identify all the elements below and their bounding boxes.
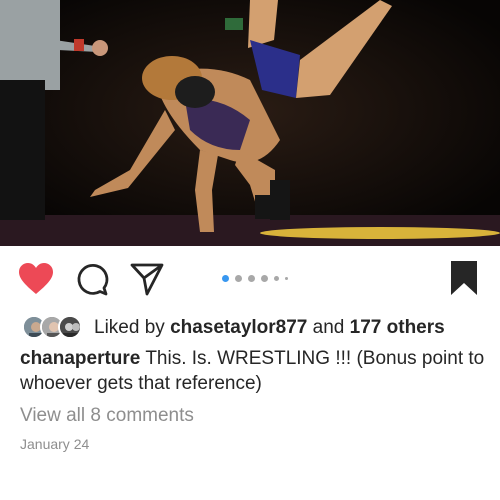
person-photo-icon (60, 317, 80, 337)
wrestling-photo-illustration (0, 0, 500, 246)
carousel-dot (235, 275, 242, 282)
likes-others-link[interactable]: 177 others (350, 317, 445, 338)
carousel-dot (261, 275, 268, 282)
carousel-dot (274, 276, 279, 281)
likes-prefix: Liked by (94, 317, 165, 338)
caption-username[interactable]: chanaperture (20, 348, 140, 369)
avatar[interactable] (58, 315, 82, 339)
view-all-comments-link[interactable]: View all 8 comments (20, 403, 194, 429)
carousel-dot (285, 277, 288, 280)
post-caption: chanaperture This. Is. WRESTLING !!! (Bo… (20, 346, 490, 396)
likes-connector: and (312, 317, 345, 338)
share-button[interactable] (129, 261, 165, 297)
post-date: January 24 (20, 436, 90, 452)
liker-avatars (22, 314, 86, 342)
comment-button[interactable] (74, 261, 110, 297)
carousel-indicator (218, 274, 298, 284)
carousel-dot-active (222, 275, 229, 282)
comment-bubble-icon (77, 264, 109, 296)
heart-icon (19, 263, 53, 294)
liker-username[interactable]: chasetaylor877 (170, 317, 307, 338)
like-button[interactable] (18, 262, 54, 296)
post-photo[interactable] (0, 0, 500, 246)
paper-plane-icon (130, 263, 164, 296)
bookmark-icon (451, 261, 477, 295)
likes-row: Liked by chasetaylor877 and 177 others (18, 314, 488, 342)
post-action-bar (0, 246, 500, 310)
carousel-dot (248, 275, 255, 282)
save-button[interactable] (447, 259, 481, 297)
likes-summary[interactable]: Liked by chasetaylor877 and 177 others (94, 315, 445, 341)
